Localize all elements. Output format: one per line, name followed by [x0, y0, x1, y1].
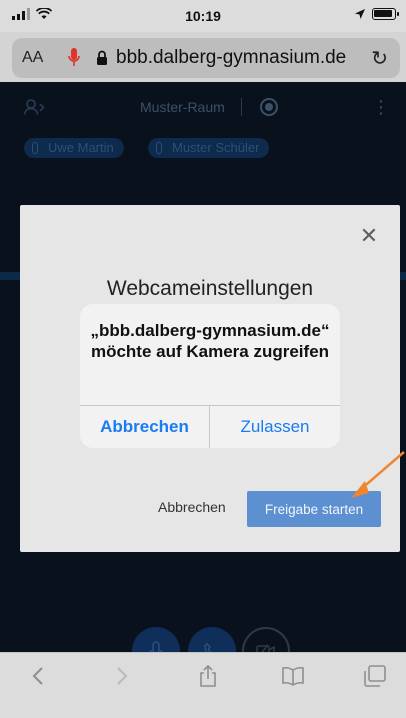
room-title: Muster-Raum — [140, 99, 225, 115]
deny-button[interactable]: Abbrechen — [80, 406, 209, 448]
address-bar[interactable]: AA bbb.dalberg-gymnasium.de ↻ — [12, 38, 400, 78]
camera-permission-alert: „bbb.dalberg-gymnasium.de“ möchte auf Ka… — [80, 304, 340, 448]
status-bar: 10:19 — [0, 0, 406, 32]
cancel-button[interactable]: Abbrechen — [158, 499, 226, 515]
safari-toolbar — [0, 652, 406, 718]
location-icon — [355, 9, 365, 19]
microphone-recording-icon — [68, 48, 80, 66]
conference-top-bar: Muster-Raum ⋮ — [0, 82, 406, 132]
lock-icon — [97, 50, 107, 65]
user-list-icon[interactable] — [23, 99, 46, 120]
share-icon[interactable] — [198, 663, 218, 689]
tabs-icon[interactable] — [362, 663, 388, 689]
reload-icon[interactable]: ↻ — [371, 46, 388, 71]
close-icon[interactable]: ✕ — [358, 225, 380, 247]
status-time: 10:19 — [185, 8, 221, 24]
microphone-icon — [32, 142, 38, 154]
more-options-icon[interactable]: ⋮ — [372, 97, 390, 118]
status-right — [354, 8, 399, 20]
battery-icon — [372, 8, 399, 20]
record-icon[interactable] — [260, 98, 278, 116]
safari-address-area: AA bbb.dalberg-gymnasium.de ↻ — [0, 32, 406, 82]
participant-chip[interactable]: Uwe Martin — [24, 138, 124, 158]
allow-button[interactable]: Zulassen — [210, 406, 340, 448]
participant-name: Muster Schüler — [172, 140, 260, 155]
bookmarks-icon[interactable] — [280, 663, 306, 689]
forward-icon[interactable] — [112, 663, 132, 689]
participant-name: Uwe Martin — [48, 140, 114, 155]
start-sharing-button[interactable]: Freigabe starten — [247, 491, 381, 527]
url-text[interactable]: bbb.dalberg-gymnasium.de — [116, 47, 346, 69]
modal-title: Webcameinstellungen — [106, 277, 314, 300]
text-size-button[interactable]: AA — [22, 49, 43, 67]
participant-chip[interactable]: Muster Schüler — [148, 138, 270, 158]
microphone-icon — [156, 142, 162, 154]
alert-message: „bbb.dalberg-gymnasium.de“ möchte auf Ka… — [90, 321, 330, 361]
header-divider — [241, 98, 242, 116]
back-icon[interactable] — [28, 663, 48, 689]
